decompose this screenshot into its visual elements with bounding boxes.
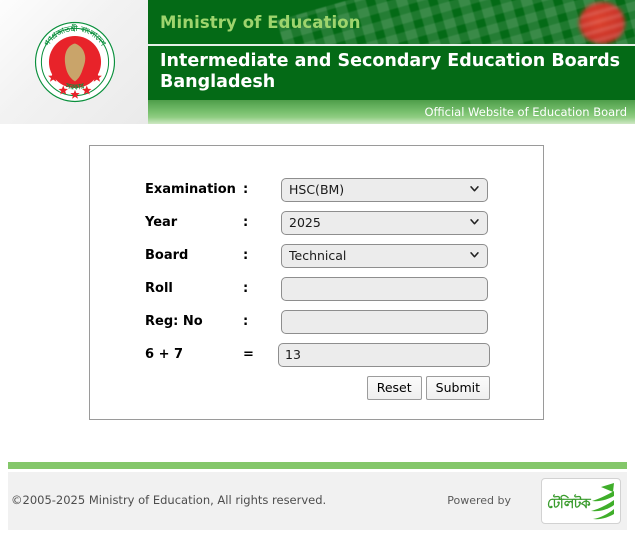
separator-board: : (243, 248, 249, 263)
captcha-input[interactable] (278, 342, 490, 367)
header-divider (148, 44, 635, 46)
form-row-roll: Roll : (145, 273, 490, 304)
separator-captcha: = (243, 347, 254, 362)
year-select-wrap: 2025 (281, 210, 488, 235)
site-footer: ©2005-2025 Ministry of Education, All ri… (8, 472, 627, 530)
form-actions: Reset Submit (281, 376, 490, 400)
label-year: Year (145, 215, 178, 230)
result-search-form: Examination : HSC(BM) Year : 2025 Board … (89, 145, 544, 420)
powered-by-text: Powered by (447, 494, 511, 507)
official-tagline-bar: Official Website of Education Board (148, 100, 635, 124)
site-header: গণপ্রজাতন্ত্রী বাংলাদেশ সরকার Ministry o… (0, 0, 635, 124)
roll-input[interactable] (281, 276, 488, 301)
reset-button[interactable]: Reset (366, 376, 422, 400)
form-row-board: Board : Technical (145, 240, 490, 271)
ministry-name: Ministry of Education (160, 13, 361, 32)
separator-examination: : (243, 182, 249, 197)
board-select[interactable]: Technical (281, 243, 488, 268)
page-title: Intermediate and Secondary Education Boa… (160, 51, 621, 92)
examination-select-wrap: HSC(BM) (281, 177, 488, 202)
teletalk-swoosh-icon (591, 483, 614, 520)
form-row-year: Year : 2025 (145, 207, 490, 238)
form-rows: Examination : HSC(BM) Year : 2025 Board … (145, 174, 490, 400)
examination-select[interactable]: HSC(BM) (281, 177, 488, 202)
separator-registration: : (243, 314, 249, 329)
form-row-examination: Examination : HSC(BM) (145, 174, 490, 205)
separator-roll: : (243, 281, 249, 296)
separator-year: : (243, 215, 249, 230)
registration-input[interactable] (281, 309, 488, 334)
government-seal-icon: গণপ্রজাতন্ত্রী বাংলাদেশ সরকার (34, 21, 116, 103)
teletalk-logo[interactable]: টেলিটক (541, 478, 621, 524)
form-row-registration: Reg: No : (145, 306, 490, 337)
label-board: Board (145, 248, 189, 263)
label-examination: Examination (145, 182, 236, 197)
copyright-text: ©2005-2025 Ministry of Education, All ri… (11, 493, 327, 507)
footer-divider (8, 462, 627, 469)
board-select-wrap: Technical (281, 243, 488, 268)
label-registration: Reg: No (145, 314, 203, 329)
logo-panel: গণপ্রজাতন্ত্রী বাংলাদেশ সরকার (0, 0, 148, 124)
year-select[interactable]: 2025 (281, 210, 488, 235)
teletalk-logo-text: টেলিটক (547, 496, 591, 512)
label-captcha-question: 6 + 7 (145, 347, 184, 362)
label-roll: Roll (145, 281, 173, 296)
submit-button[interactable]: Submit (425, 376, 490, 400)
flag-circle-overlay (579, 2, 625, 44)
official-tagline-text: Official Website of Education Board (424, 105, 627, 119)
form-row-captcha: 6 + 7 = (145, 339, 490, 370)
